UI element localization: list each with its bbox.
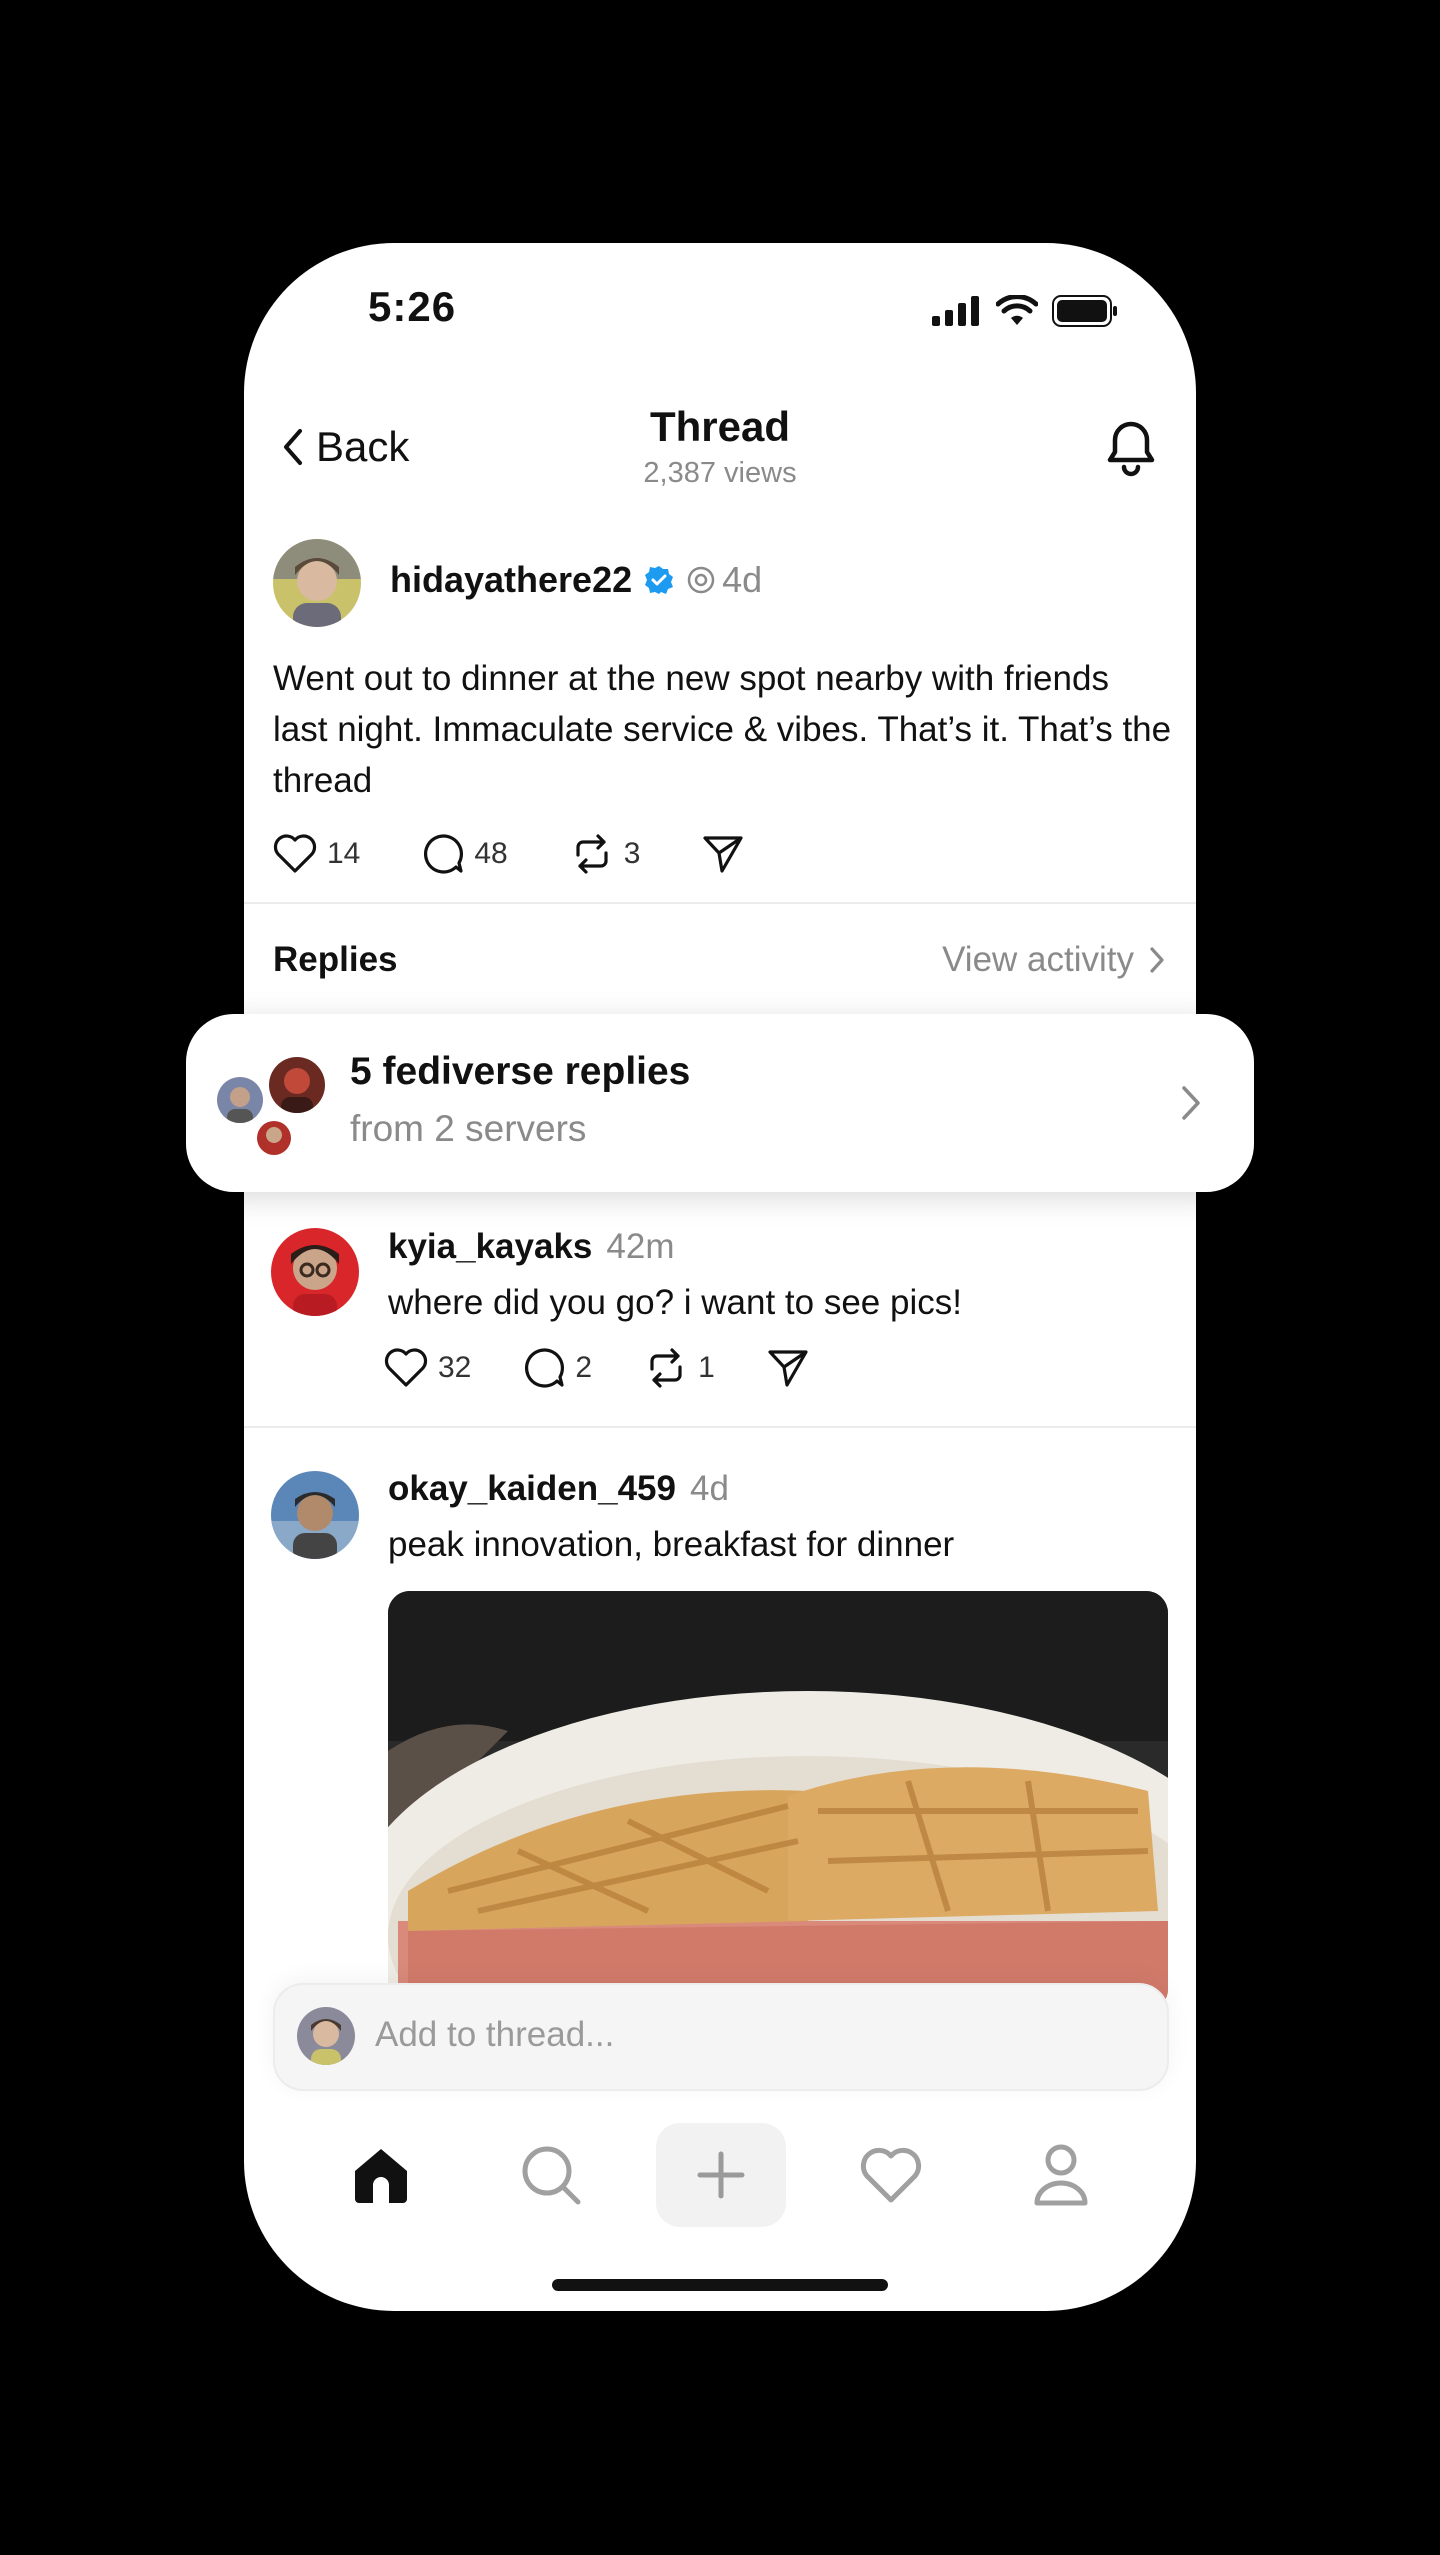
fedi-avatar: [214, 1074, 266, 1126]
post-text: Went out to dinner at the new spot nearb…: [273, 659, 1172, 800]
fedi-avatar: [254, 1118, 294, 1158]
fediverse-replies-card[interactable]: 5 fediverse replies from 2 servers: [186, 1014, 1254, 1192]
battery-icon: [1052, 295, 1117, 327]
page-title: Thread: [649, 403, 791, 450]
home-indicator: [552, 2279, 888, 2291]
comment-icon: [424, 834, 464, 874]
fedi-subtitle: from 2 servers: [350, 1108, 587, 1149]
heart-icon: [384, 1348, 428, 1387]
divider: [244, 1426, 1196, 1428]
like-count: 32: [438, 1351, 472, 1384]
repost-count: 3: [623, 837, 641, 870]
wifi-icon: [996, 295, 1038, 325]
author-username[interactable]: hidayathere22: [390, 559, 632, 601]
fedi-title: 5 fediverse replies: [350, 1050, 691, 1093]
like-count: 14: [327, 837, 361, 870]
reply-username[interactable]: okay_kaiden_459: [388, 1469, 676, 1509]
divider: [244, 902, 1196, 904]
bottom-nav: [244, 2123, 1196, 2233]
reply-age: 4d: [689, 1469, 729, 1508]
view-activity-link[interactable]: View activity: [942, 940, 1166, 980]
author-avatar[interactable]: [273, 539, 361, 627]
fedi-avatar: [266, 1054, 328, 1116]
send-icon: [768, 1350, 808, 1387]
heart-icon: [273, 834, 317, 873]
composer-placeholder: Add to thread...: [375, 2015, 615, 2054]
post-meta: 4d: [686, 559, 762, 601]
header-title-block: Thread 2,387 views: [244, 403, 1196, 490]
home-icon: [355, 2149, 407, 2203]
comment-count: 2: [575, 1351, 593, 1384]
profile-icon: [1034, 2144, 1088, 2206]
chevron-right-icon: [1150, 947, 1164, 973]
view-count: 2,387 views: [643, 457, 797, 489]
post-author-row: hidayathere22 4d: [390, 559, 762, 601]
repost-icon: [650, 1348, 682, 1388]
fediverse-icon: [687, 566, 715, 594]
share-button[interactable]: [702, 833, 744, 875]
reply-avatar[interactable]: [271, 1228, 359, 1316]
nav-search[interactable]: [486, 2123, 616, 2227]
comment-button[interactable]: 48: [422, 833, 508, 875]
nav-activity[interactable]: [826, 2123, 956, 2227]
post-actions: 14 48 3: [273, 833, 744, 875]
reply-actions: 32 2 1: [384, 1347, 809, 1389]
like-button[interactable]: 32: [384, 1348, 471, 1388]
reply-username[interactable]: kyia_kayaks: [388, 1227, 592, 1267]
reply-photo[interactable]: [388, 1591, 1168, 2011]
chevron-right-icon: [1182, 1086, 1200, 1120]
reply-author-row: kyia_kayaks 42m: [388, 1227, 674, 1267]
nav-home[interactable]: [316, 2123, 446, 2227]
replies-heading: Replies: [273, 940, 398, 979]
repost-count: 1: [698, 1351, 715, 1384]
thread-composer[interactable]: Add to thread...: [273, 1983, 1169, 2091]
search-icon: [522, 2146, 581, 2205]
bell-icon[interactable]: [1102, 416, 1160, 478]
verified-badge-icon: [645, 566, 674, 594]
view-activity-label: View activity: [942, 940, 1134, 979]
signal-icon: [932, 296, 979, 326]
status-icons: [932, 295, 1118, 327]
reply-age: 42m: [606, 1227, 675, 1266]
send-icon: [703, 836, 744, 873]
status-time: 5:26: [368, 283, 457, 330]
phone-screen: 5:26 Back Thread 2,387 views hidayathere…: [244, 243, 1196, 2311]
reply-avatar[interactable]: [271, 1471, 359, 1559]
like-button[interactable]: 14: [273, 834, 360, 874]
repost-button[interactable]: 1: [644, 1347, 715, 1389]
nav-profile[interactable]: [996, 2123, 1126, 2227]
reply-text: where did you go? i want to see pics!: [388, 1283, 962, 1322]
comment-icon: [525, 1348, 565, 1388]
repost-button[interactable]: 3: [570, 833, 641, 875]
reply-author-row: okay_kaiden_459 4d: [388, 1469, 729, 1509]
repost-icon: [576, 834, 608, 874]
comment-count: 48: [474, 837, 508, 870]
create-icon: [697, 2151, 745, 2199]
composer-avatar: [297, 2007, 355, 2065]
heart-icon: [860, 2147, 922, 2203]
post-age: 4d: [722, 559, 763, 600]
share-button[interactable]: [767, 1347, 809, 1389]
reply-text: peak innovation, breakfast for dinner: [388, 1525, 955, 1564]
comment-button[interactable]: 2: [523, 1347, 592, 1389]
nav-create[interactable]: [656, 2123, 786, 2227]
